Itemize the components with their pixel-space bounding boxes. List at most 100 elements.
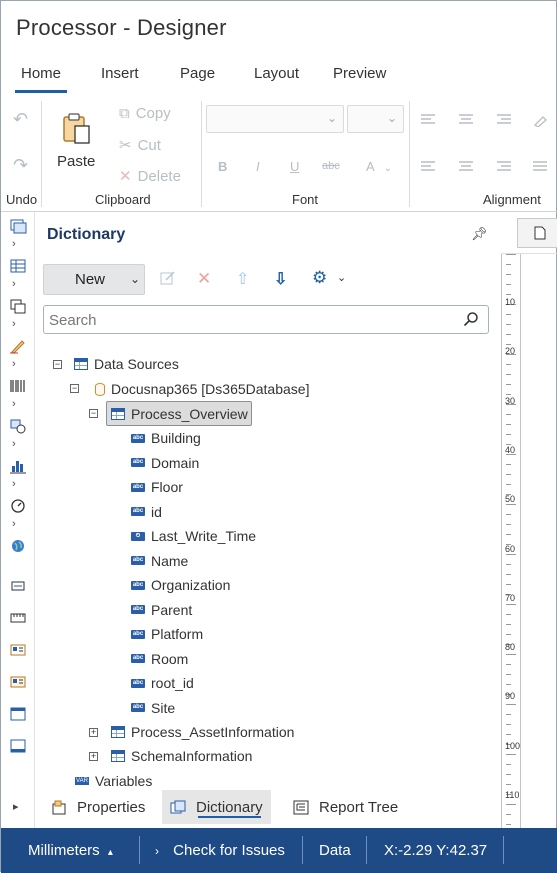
align-left-icon[interactable]: [421, 161, 435, 173]
font-family-combo[interactable]: ⌄: [206, 105, 344, 133]
chevron-right-icon[interactable]: ›: [12, 438, 16, 450]
tree-node-field[interactable]: abc id: [131, 501, 162, 523]
chevron-right-icon[interactable]: ›: [12, 398, 16, 410]
settings-gear-icon[interactable]: ⚙: [312, 268, 327, 288]
pencil-icon[interactable]: [9, 338, 27, 354]
align-top-left-icon[interactable]: [421, 114, 435, 126]
ruler-tick: [506, 274, 511, 275]
tab-preview[interactable]: Preview: [333, 65, 386, 82]
search-input[interactable]: [49, 310, 449, 330]
edit-icon[interactable]: [160, 270, 176, 286]
tree-node-label: root_id: [151, 675, 194, 691]
tree-node-schemainformation[interactable]: SchemaInformation: [111, 745, 252, 767]
collapse-icon[interactable]: −: [89, 409, 98, 418]
tree-node-field[interactable]: abc Site: [131, 697, 175, 719]
tab-page[interactable]: Page: [180, 65, 215, 82]
gauge-icon[interactable]: [9, 498, 27, 514]
cut-button[interactable]: ✂ Cut: [119, 136, 161, 155]
page-band-icon[interactable]: [9, 298, 27, 314]
align-right-icon[interactable]: [497, 161, 511, 173]
expand-icon[interactable]: +: [89, 752, 98, 761]
align-top-right-icon[interactable]: [497, 114, 511, 126]
data-button[interactable]: Data: [319, 842, 351, 859]
tree-node-data-sources[interactable]: Data Sources: [74, 353, 179, 375]
search-icon[interactable]: [463, 311, 479, 327]
tab-home[interactable]: Home: [14, 65, 68, 93]
chevron-right-icon[interactable]: ›: [12, 478, 16, 490]
bold-button[interactable]: B: [218, 159, 227, 174]
delete-item-icon[interactable]: ✕: [197, 269, 211, 289]
chevron-right-icon[interactable]: ›: [12, 238, 16, 250]
new-button[interactable]: New ⌄: [43, 264, 145, 295]
redo-icon[interactable]: ↷: [13, 155, 28, 176]
tree-node-field[interactable]: abc Organization: [131, 574, 230, 596]
ruler-band-icon[interactable]: [9, 610, 27, 626]
collapse-icon[interactable]: −: [53, 360, 62, 369]
chevron-right-icon[interactable]: ›: [12, 358, 16, 370]
chevron-down-icon[interactable]: ⌄: [337, 271, 346, 284]
panel-icon[interactable]: [9, 706, 27, 722]
align-center-icon[interactable]: [459, 161, 473, 173]
shapes-icon[interactable]: [9, 418, 27, 434]
italic-button[interactable]: I: [256, 159, 260, 174]
tree-node-field[interactable]: abc Floor: [131, 476, 183, 498]
map-icon[interactable]: [9, 538, 27, 554]
units-dropdown[interactable]: Millimeters ▴: [28, 842, 113, 859]
tree-node-field[interactable]: abc Domain: [131, 452, 199, 474]
footer-band-icon[interactable]: [9, 738, 27, 754]
align-top-center-icon[interactable]: [459, 114, 473, 126]
underline-button[interactable]: U: [290, 159, 299, 174]
paste-button[interactable]: Paste: [53, 111, 101, 173]
delete-button[interactable]: ✕ Delete: [119, 167, 181, 186]
barcode-icon[interactable]: [9, 378, 27, 394]
ruler-tick: [506, 574, 511, 575]
cross-band-icon[interactable]: [9, 258, 27, 274]
chevron-right-icon[interactable]: ›: [12, 278, 16, 290]
format-painter-icon[interactable]: [533, 113, 547, 127]
ruler-tick: [506, 534, 511, 535]
expand-toolbox-icon[interactable]: ▸: [13, 800, 19, 813]
chart-icon[interactable]: [9, 458, 27, 474]
strikethrough-button[interactable]: abc: [322, 160, 340, 172]
undo-icon[interactable]: ↶: [13, 109, 28, 130]
tree-node-field[interactable]: abc Building: [131, 427, 201, 449]
card-icon[interactable]: [9, 642, 27, 658]
tab-report-tree[interactable]: Report Tree: [285, 790, 406, 824]
tree-node-field[interactable]: abc Platform: [131, 623, 203, 645]
tree-node-field[interactable]: ⏲ Last_Write_Time: [131, 525, 256, 547]
font-color-button[interactable]: A ⌄: [366, 159, 392, 174]
tree-node-field[interactable]: abc Parent: [131, 599, 192, 621]
component-toolbox: › › › › › › › › ▸: [1, 212, 35, 828]
tab-properties[interactable]: Properties: [43, 790, 153, 824]
tree-node-variables[interactable]: VAR Variables: [75, 770, 152, 792]
status-separator: [366, 836, 367, 864]
tree-node-process-overview[interactable]: Process_Overview: [106, 401, 252, 426]
tree-node-connection[interactable]: Docusnap365 [Ds365Database]: [95, 378, 309, 400]
chevron-right-icon[interactable]: ›: [12, 318, 16, 330]
card-filled-icon[interactable]: [9, 674, 27, 690]
printer-icon[interactable]: [9, 578, 27, 594]
check-issues-button[interactable]: › Check for Issues: [155, 842, 285, 859]
pin-icon[interactable]: 📌︎: [471, 226, 488, 242]
copy-button[interactable]: ⧉ Copy: [119, 105, 171, 122]
justify-icon[interactable]: [533, 161, 547, 173]
report-band-icon[interactable]: [9, 218, 27, 234]
tree-node-field[interactable]: abc root_id: [131, 672, 194, 694]
chevron-right-icon: ›: [155, 844, 159, 858]
move-down-icon[interactable]: ⇩: [274, 269, 287, 289]
page-tab[interactable]: [517, 218, 557, 248]
tree-node-process-assetinformation[interactable]: Process_AssetInformation: [111, 721, 294, 743]
ruler-label: 90: [505, 691, 516, 702]
font-size-combo[interactable]: ⌄: [347, 105, 404, 133]
chevron-right-icon[interactable]: ›: [12, 518, 16, 530]
tab-dictionary[interactable]: Dictionary: [162, 790, 271, 824]
expand-icon[interactable]: +: [89, 728, 98, 737]
ruler-tick: [506, 424, 511, 425]
tree-node-field[interactable]: abc Room: [131, 648, 188, 670]
tree-node-label: SchemaInformation: [131, 748, 253, 764]
tab-layout[interactable]: Layout: [254, 65, 299, 82]
move-up-icon[interactable]: ⇧: [236, 269, 249, 289]
tree-node-field[interactable]: abc Name: [131, 550, 188, 572]
tab-insert[interactable]: Insert: [101, 65, 139, 82]
collapse-icon[interactable]: −: [70, 384, 79, 393]
